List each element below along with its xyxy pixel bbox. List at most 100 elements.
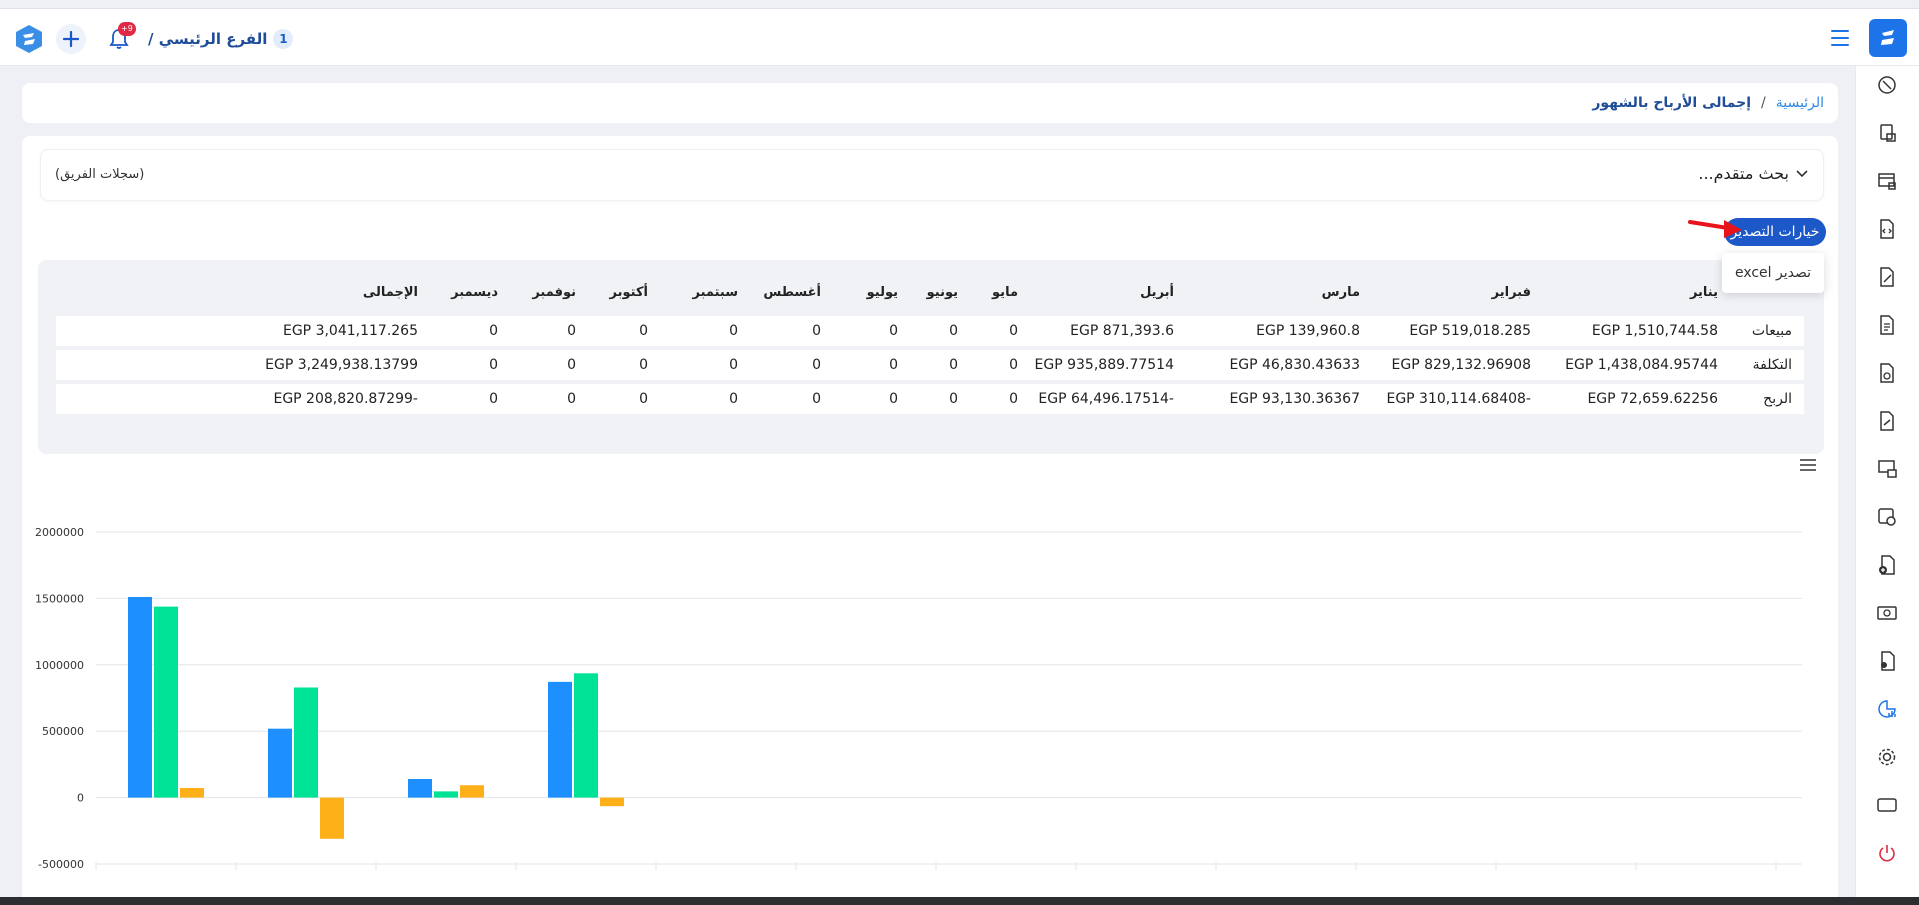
table-cell: 0: [567, 323, 576, 339]
table-cell: EGP 310,114.68408-: [1386, 391, 1531, 407]
table-cell: EGP 829,132.96908: [1391, 357, 1531, 373]
table-row: التكلفة EGP 1,438,084.95744 EGP 829,132.96…: [56, 350, 1804, 380]
add-invoice-icon[interactable]: [1875, 553, 1899, 577]
table-cell: EGP 935,889.77514: [1034, 357, 1174, 373]
dashboard-gauge-icon[interactable]: [1875, 73, 1899, 97]
table-cell: 0: [567, 357, 576, 373]
column-header: نوفمبر: [532, 284, 576, 300]
app-logo-icon[interactable]: [14, 24, 44, 54]
column-header: أكتوبر: [609, 284, 648, 300]
notification-badge: +9: [118, 22, 136, 36]
chart-bar[interactable]: [434, 791, 458, 798]
chart-bar[interactable]: [408, 779, 432, 798]
table-cell: 0: [812, 357, 821, 373]
table-cell: EGP 72,659.62256: [1587, 391, 1718, 407]
table-cell: 0: [812, 323, 821, 339]
table-cell: EGP 1,510,744.58: [1591, 323, 1718, 339]
taskbar-strip: [0, 897, 1919, 905]
table-cell: EGP 139,960.8: [1256, 323, 1360, 339]
add-button[interactable]: [56, 24, 86, 54]
column-header: مايو: [992, 284, 1018, 300]
chart-bar[interactable]: [574, 673, 598, 798]
add-product-icon[interactable]: [1875, 505, 1899, 529]
chevron-down-icon: [1796, 169, 1808, 177]
document-list-icon[interactable]: [1875, 313, 1899, 337]
table-cell: EGP 3,249,938.13799: [265, 357, 418, 373]
plus-icon: [63, 31, 79, 47]
table-cell: 0: [639, 391, 648, 407]
top-bar: +9 1 الفرع الرئيسي /: [0, 8, 1919, 66]
table-cell: 0: [639, 357, 648, 373]
chart-bar[interactable]: [320, 797, 344, 839]
table-row: مبيعات EGP 1,510,744.58 EGP 519,018.285 EGP…: [56, 316, 1804, 346]
row-label: الربح: [1763, 391, 1792, 407]
table-cell: 0: [639, 323, 648, 339]
column-header: يوليو: [866, 284, 898, 300]
settings-gear-icon[interactable]: [1875, 745, 1899, 769]
column-header: يونيو: [926, 284, 958, 300]
cash-register-icon[interactable]: [1875, 169, 1899, 193]
row-label: مبيعات: [1751, 323, 1792, 339]
column-header: يناير: [1689, 284, 1718, 300]
brand-mark-icon: [1881, 30, 1894, 45]
reports-chart-icon[interactable]: [1875, 697, 1899, 721]
advanced-search-toggle[interactable]: بحث متقدم...: [1698, 164, 1809, 183]
column-header: الإجمالى: [362, 284, 418, 300]
fullscreen-icon[interactable]: [1875, 793, 1899, 817]
chart-bar[interactable]: [268, 728, 292, 798]
invoice-print-icon[interactable]: [1875, 121, 1899, 145]
logout-power-icon[interactable]: [1875, 841, 1899, 865]
document-edit-icon[interactable]: [1875, 265, 1899, 289]
table-cell: 0: [1009, 391, 1018, 407]
breadcrumb: الرئيسية / إجمالى الأرباح بالشهور: [22, 83, 1838, 123]
table-cell: EGP 64,496.17514-: [1038, 391, 1174, 407]
page-title: إجمالى الأرباح بالشهور: [1592, 95, 1752, 111]
chart-bar[interactable]: [600, 797, 624, 807]
table-cell: EGP 871,393.6: [1070, 323, 1174, 339]
document-code-icon[interactable]: [1875, 217, 1899, 241]
table-cell: 0: [1009, 323, 1018, 339]
table-cell: EGP 208,820.87299-: [273, 391, 418, 407]
table-cell: 0: [729, 391, 738, 407]
breadcrumb-home-link[interactable]: الرئيسية: [1776, 95, 1824, 111]
table-cell: EGP 519,018.285: [1409, 323, 1531, 339]
user-document-icon[interactable]: [1875, 649, 1899, 673]
chart-bar[interactable]: [180, 787, 204, 798]
chart-bar[interactable]: [548, 681, 572, 798]
advanced-search-panel[interactable]: بحث متقدم... (سجلات الفريق): [40, 149, 1824, 201]
team-records-label: (سجلات الفريق): [55, 167, 145, 182]
chart-bar[interactable]: [460, 785, 484, 798]
chart-bar[interactable]: [294, 687, 318, 798]
table-header: يناير فبراير مارس أبريل مايو يونيو يوليو أغسطس س…: [38, 278, 1824, 306]
profits-table: يناير فبراير مارس أبريل مايو يونيو يوليو أغسطس س…: [38, 260, 1824, 454]
table-cell: 0: [489, 323, 498, 339]
document-tag-icon[interactable]: [1875, 361, 1899, 385]
table-cell: 0: [949, 357, 958, 373]
chart-menu-icon[interactable]: [1800, 459, 1816, 471]
branch-number: 1: [273, 29, 294, 49]
table-cell: 0: [889, 391, 898, 407]
y-tick-label: 2000000: [35, 526, 84, 539]
chart-bar[interactable]: [128, 596, 152, 798]
export-excel-menu-item[interactable]: تصدير excel: [1722, 253, 1824, 293]
table-cell: 0: [812, 391, 821, 407]
table-cell: 0: [567, 391, 576, 407]
money-icon[interactable]: [1875, 601, 1899, 625]
brand-logo-icon[interactable]: [1869, 19, 1907, 57]
chart-bar[interactable]: [154, 606, 178, 798]
table-cell: 0: [949, 391, 958, 407]
table-cell: EGP 93,130.36367: [1229, 391, 1360, 407]
branch-selector[interactable]: 1 الفرع الرئيسي /: [148, 27, 294, 51]
column-header: مارس: [1321, 284, 1360, 300]
monitor-print-icon[interactable]: [1875, 457, 1899, 481]
branch-name: الفرع الرئيسي /: [148, 30, 268, 48]
main-card: بحث متقدم... (سجلات الفريق) خيارات التصد…: [22, 136, 1838, 905]
menu-toggle-icon[interactable]: [1831, 30, 1849, 46]
y-tick-label: 500000: [42, 725, 84, 738]
sidebar: [1855, 66, 1919, 905]
column-header: أبريل: [1140, 284, 1174, 300]
table-row: الربح EGP 72,659.62256 EGP 310,114.68408- E…: [56, 384, 1804, 414]
column-header: أغسطس: [763, 284, 821, 300]
document-return-icon[interactable]: [1875, 409, 1899, 433]
table-cell: 0: [489, 357, 498, 373]
